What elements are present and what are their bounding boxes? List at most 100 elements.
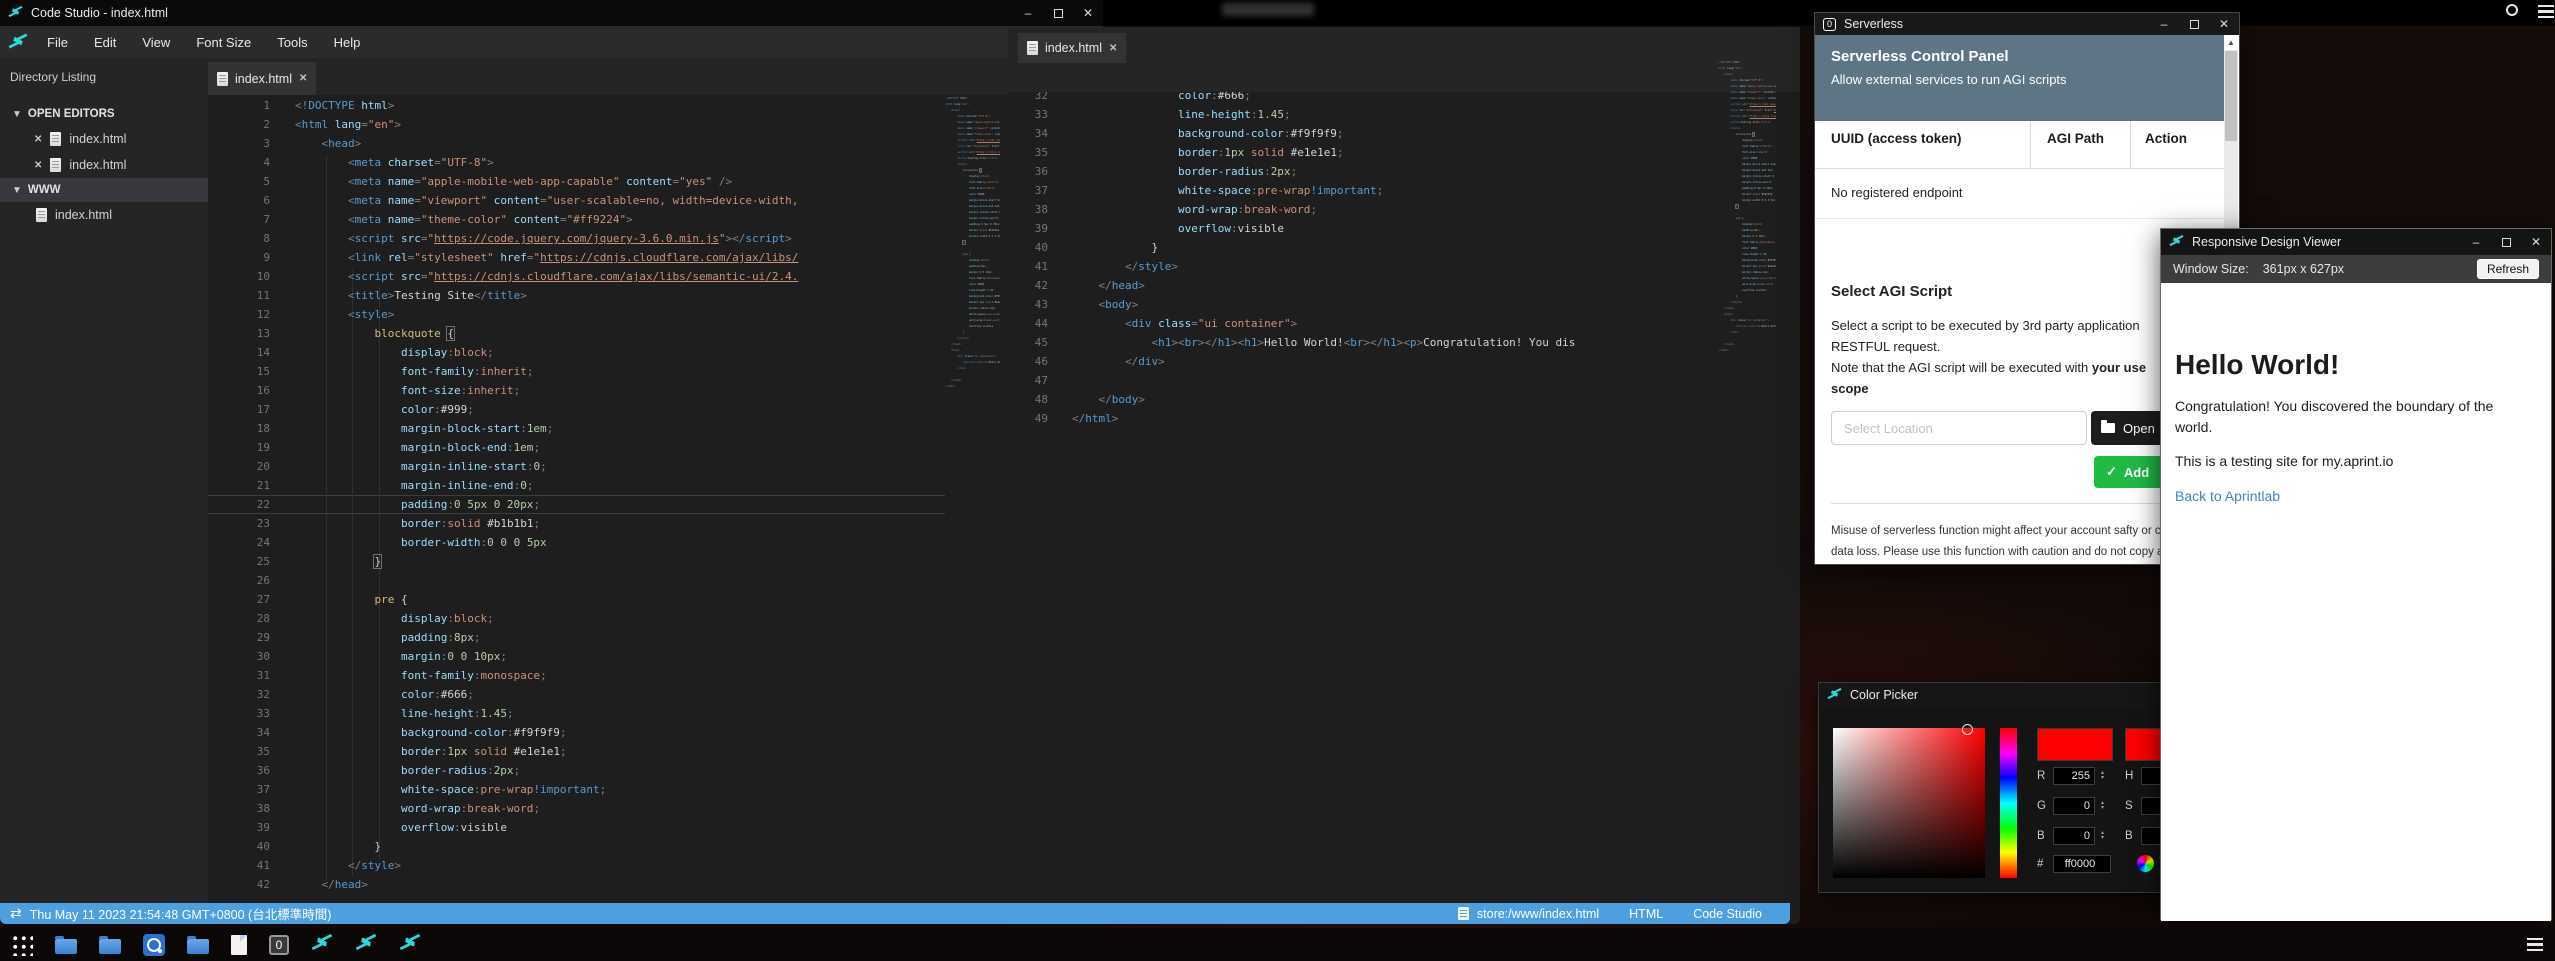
code-line: 13 blockquote { xyxy=(208,324,945,343)
code-line: 42 </head> xyxy=(1008,276,1718,295)
code-line: 35 border:1px solid #e1e1e1; xyxy=(1008,143,1718,162)
close-tab-icon[interactable]: ✕ xyxy=(1109,43,1117,54)
tab-strip: index.html ✕ xyxy=(208,58,1103,95)
scroll-up-icon[interactable]: ▲ xyxy=(2224,35,2238,50)
close-button[interactable]: ✕ xyxy=(1081,6,1095,20)
minimize-button[interactable]: – xyxy=(2157,17,2171,31)
back-to-aprintlab-link[interactable]: Back to Aprintlab xyxy=(2175,488,2280,504)
status-file-path: store:/www/index.html xyxy=(1477,907,1599,921)
color-wheel-icon[interactable] xyxy=(2137,855,2154,872)
sidebar-header: Directory Listing xyxy=(0,58,208,84)
code-studio-icon[interactable] xyxy=(311,931,333,958)
sidebar-section-www[interactable]: ▼WWW xyxy=(0,178,208,202)
app-grid-icon[interactable] xyxy=(10,933,33,956)
minimap[interactable]: <!DOCTYPE html><html lang="en"> <head> <… xyxy=(1718,60,1776,356)
minimize-button[interactable]: – xyxy=(2469,235,2483,249)
folder-icon[interactable] xyxy=(55,936,77,954)
system-menu-icon[interactable] xyxy=(2538,5,2554,18)
file-icon xyxy=(50,158,61,172)
file-icon xyxy=(50,132,61,146)
green-value-input[interactable] xyxy=(2053,797,2095,815)
code-studio-window-right: index.html ✕ 32 color:#666;33 line-heigh… xyxy=(1008,27,1800,924)
serverless-icon[interactable]: 0 xyxy=(269,935,289,955)
sidebar-item-index.html[interactable]: ✕index.html xyxy=(0,152,208,178)
section-description: Select a script to be executed by 3rd pa… xyxy=(1831,315,2211,399)
field-label-h: H xyxy=(2125,770,2135,782)
folder-icon[interactable] xyxy=(187,936,209,954)
code-editor[interactable]: 1<!DOCTYPE html>2<html lang="en">3 <head… xyxy=(208,96,945,894)
hex-value-input[interactable] xyxy=(2053,855,2111,873)
stepper-icon[interactable]: ▴▾ xyxy=(2101,831,2104,841)
empty-table-message: No registered endpoint xyxy=(1831,185,1963,200)
stepper-icon[interactable]: ▴▾ xyxy=(2101,801,2104,811)
title-bar[interactable]: 0 Serverless – ✕ xyxy=(1815,13,2239,35)
maximize-button[interactable] xyxy=(2499,235,2513,249)
code-studio-logo-icon xyxy=(2169,233,2184,251)
code-line: 30 margin:0 0 10px; xyxy=(208,647,945,666)
window-size-value: 361px x 627px xyxy=(2263,262,2344,276)
column-header-uuid: UUID (access token) xyxy=(1831,131,1962,146)
menu-help[interactable]: Help xyxy=(321,26,374,58)
preview-heading: Hello World! xyxy=(2175,349,2339,381)
code-line: 42 </head> xyxy=(208,875,945,894)
camera-icon[interactable] xyxy=(143,934,165,956)
close-button[interactable]: ✕ xyxy=(2217,17,2231,31)
minimize-button[interactable]: – xyxy=(1021,6,1035,20)
close-tab-icon[interactable]: ✕ xyxy=(299,73,307,84)
close-button[interactable]: ✕ xyxy=(2529,235,2543,249)
code-line: 46 </div> xyxy=(1008,352,1718,371)
maximize-button[interactable] xyxy=(1051,6,1065,20)
close-icon[interactable]: ✕ xyxy=(34,134,42,145)
red-value-input[interactable] xyxy=(2053,767,2095,785)
menu-file[interactable]: File xyxy=(34,26,81,58)
code-line: 2<html lang="en"> xyxy=(208,115,945,134)
minimap[interactable]: <!DOCTYPE html><html lang="en"> <head> <… xyxy=(945,96,1000,392)
sidebar-item-index.html[interactable]: index.html xyxy=(0,202,208,228)
code-line: 33 line-height:1.45; xyxy=(208,704,945,723)
code-line: 15 font-family:inherit; xyxy=(208,362,945,381)
agi-script-location-input[interactable] xyxy=(1831,411,2087,445)
code-editor[interactable]: 32 color:#666;33 line-height:1.45;34 bac… xyxy=(1008,92,1718,897)
code-line: 3 <head> xyxy=(208,134,945,153)
code-line: 22 padding:0 5px 0 20px; xyxy=(208,495,945,514)
scrollbar-thumb[interactable] xyxy=(2225,51,2237,141)
code-line: 5 <meta name="apple-mobile-web-app-capab… xyxy=(208,172,945,191)
preview-paragraph: This is a testing site for my.aprint.io xyxy=(2175,453,2393,469)
menu-font-size[interactable]: Font Size xyxy=(183,26,264,58)
status-language[interactable]: HTML xyxy=(1629,907,1663,921)
code-line: 41 </style> xyxy=(1008,257,1718,276)
folder-icon[interactable] xyxy=(99,936,121,954)
code-line: 45 <h1><br></h1><h1>Hello World!<br></h1… xyxy=(1008,333,1718,352)
code-line: 35 border:1px solid #e1e1e1; xyxy=(208,742,945,761)
title-bar[interactable]: Responsive Design Viewer – ✕ xyxy=(2161,229,2551,255)
code-studio-icon[interactable] xyxy=(355,931,377,958)
code-line: 32 color:#666; xyxy=(1008,92,1718,105)
sidebar-section-open-editors[interactable]: ▼OPEN EDITORS xyxy=(0,102,208,126)
tab-index-html[interactable]: index.html ✕ xyxy=(1018,33,1126,63)
stepper-icon[interactable]: ▴▾ xyxy=(2101,771,2104,781)
code-line: 41 </style> xyxy=(208,856,945,875)
tab-index-html[interactable]: index.html ✕ xyxy=(208,62,316,95)
saturation-marker[interactable] xyxy=(1962,724,1973,735)
blue-value-input[interactable] xyxy=(2053,827,2095,845)
document-icon[interactable] xyxy=(231,935,247,955)
code-line: 21 margin-inline-end:0; xyxy=(208,476,945,495)
code-line: 18 margin-block-start:1em; xyxy=(208,419,945,438)
code-studio-icon[interactable] xyxy=(399,931,421,958)
taskbar-menu-icon[interactable] xyxy=(2527,938,2543,951)
divider xyxy=(1831,503,2208,504)
title-bar[interactable]: Code Studio - index.html – ✕ xyxy=(0,0,1103,26)
hue-slider[interactable] xyxy=(2000,728,2017,878)
saturation-field[interactable] xyxy=(1833,728,1985,878)
code-line: 32 color:#666; xyxy=(208,685,945,704)
refresh-button[interactable]: Refresh xyxy=(2477,259,2539,279)
menu-tools[interactable]: Tools xyxy=(264,26,320,58)
field-label-b2: B xyxy=(2125,830,2135,842)
status-bar: store:/www/index.html HTML Code Studio xyxy=(1008,903,1790,924)
menu-edit[interactable]: Edit xyxy=(81,26,129,58)
sidebar-item-index.html[interactable]: ✕index.html xyxy=(0,126,208,152)
maximize-button[interactable] xyxy=(2187,17,2201,31)
menu-view[interactable]: View xyxy=(129,26,183,58)
close-icon[interactable]: ✕ xyxy=(34,160,42,171)
code-line: 23 border:solid #b1b1b1; xyxy=(208,514,945,533)
